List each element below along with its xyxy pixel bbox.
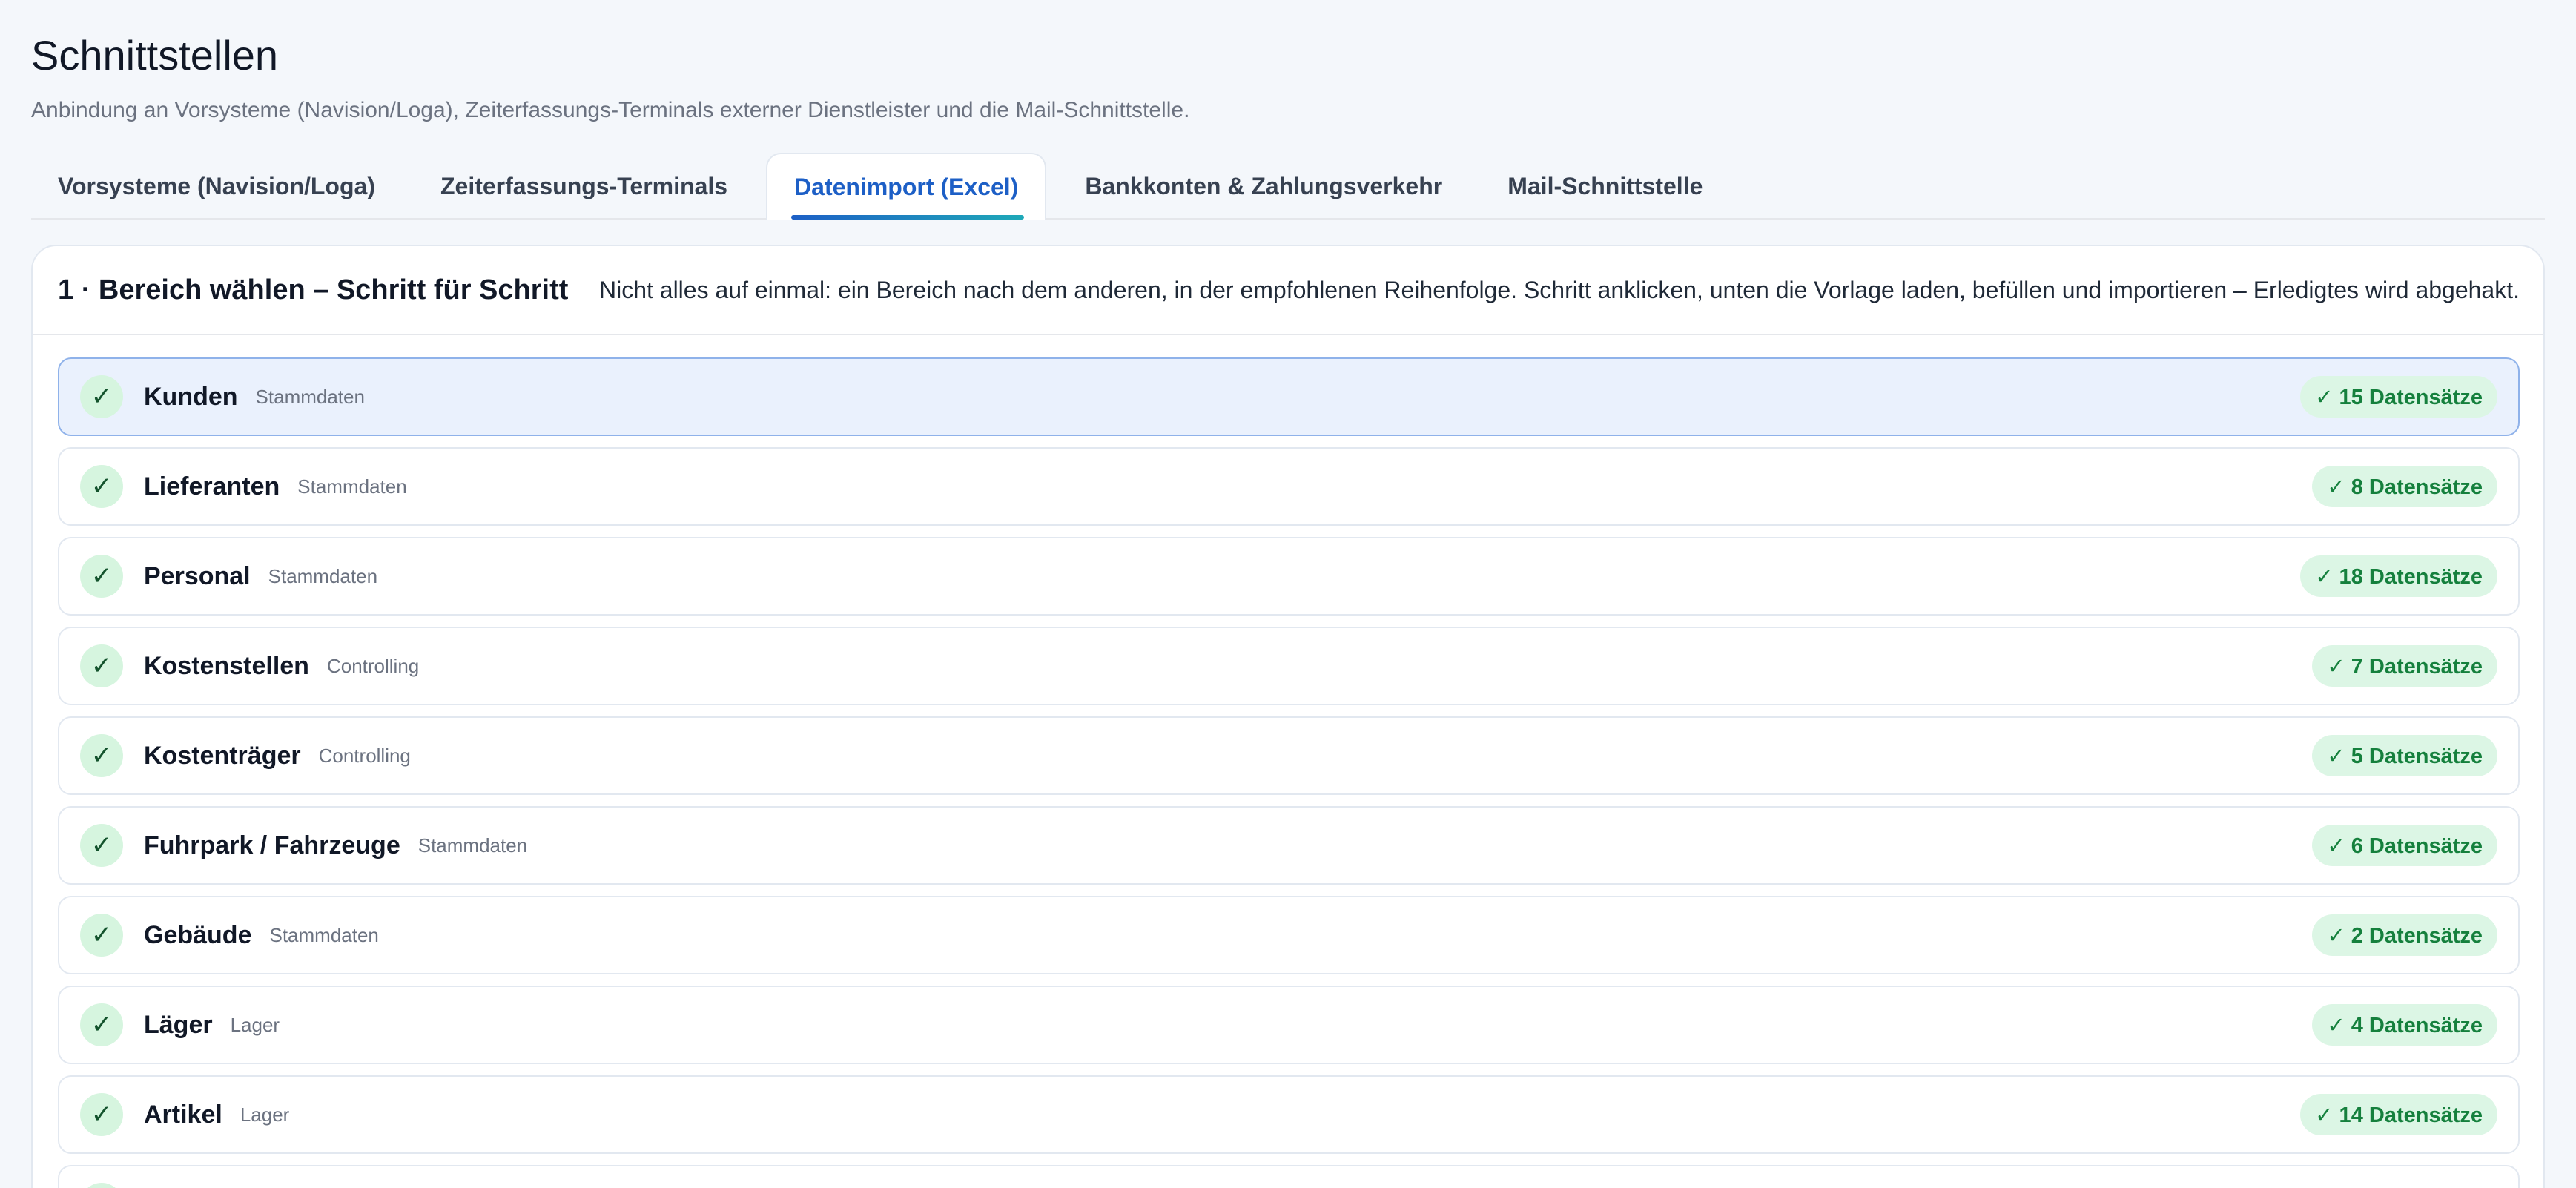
check-icon: ✓ (80, 644, 123, 687)
step-name: Kostenträger (144, 741, 301, 770)
step-fuhrpark[interactable]: ✓ Fuhrpark / Fahrzeuge Stammdaten ✓ 6 Da… (58, 806, 2520, 885)
step-name: Artikel (144, 1100, 222, 1129)
page-title: Schnittstellen (31, 32, 279, 79)
tab-bar: Vorsysteme (Navision/Loga) Zeiterfassung… (31, 153, 2545, 220)
tab-label: Datenimport (Excel) (794, 173, 1019, 200)
step-name: Läger (144, 1010, 213, 1039)
record-count-badge: ✓ 8 Datensätze (2312, 466, 2497, 507)
card-hint: Nicht alles auf einmal: ein Bereich nach… (598, 276, 2520, 303)
check-icon: ✓ (80, 465, 123, 508)
import-steps-card: 1 · Bereich wählen – Schritt für Schritt… (31, 245, 2545, 1188)
page: Schnittstellen Anbindung an Vorsysteme (… (0, 0, 2576, 1188)
step-laeger[interactable]: ✓ Läger Lager ✓ 4 Datensätze (58, 986, 2520, 1064)
step-category: Stammdaten (417, 834, 528, 857)
step-category: Lager (230, 1013, 280, 1036)
step-list: ✓ Kunden Stammdaten ✓ 15 Datensätze ✓ Li… (33, 335, 2543, 1188)
step-category: Stammdaten (269, 923, 379, 946)
step-category: Lager (240, 1103, 290, 1126)
tab-label: Zeiterfassungs-Terminals (440, 172, 728, 199)
step-name: Kunden (144, 382, 238, 411)
check-icon: ✓ (80, 555, 123, 598)
step-category: Controlling (326, 654, 420, 677)
step-lieferanten[interactable]: ✓ Lieferanten Stammdaten ✓ 8 Datensätze (58, 447, 2520, 526)
step-name: Gebäude (144, 920, 252, 949)
tab-label: Bankkonten & Zahlungsverkehr (1085, 172, 1443, 199)
step-name: Kostenstellen (144, 651, 309, 680)
check-icon: ✓ (80, 375, 123, 418)
step-kostenstellen[interactable]: ✓ Kostenstellen Controlling ✓ 7 Datensät… (58, 627, 2520, 705)
record-count-badge: ✓ 6 Datensätze (2312, 825, 2497, 866)
step-kunden[interactable]: ✓ Kunden Stammdaten ✓ 15 Datensätze (58, 357, 2520, 436)
step-artikel[interactable]: ✓ Artikel Lager ✓ 14 Datensätze (58, 1075, 2520, 1154)
tab-datenimport[interactable]: Datenimport (Excel) (766, 153, 1047, 220)
tab-bankkonten[interactable]: Bankkonten & Zahlungsverkehr (1058, 153, 1469, 220)
step-category: Stammdaten (268, 564, 378, 587)
check-icon: ✓ (80, 914, 123, 957)
card-title: 1 · Bereich wählen – Schritt für Schritt (58, 274, 569, 306)
check-icon: ✓ (80, 1093, 123, 1136)
check-icon: ✓ (80, 1003, 123, 1046)
step-category: Stammdaten (255, 385, 365, 408)
step-category: Controlling (318, 744, 411, 767)
tab-vorsysteme[interactable]: Vorsysteme (Navision/Loga) (31, 153, 402, 220)
tab-label: Vorsysteme (Navision/Loga) (58, 172, 375, 199)
check-icon: ✓ (80, 734, 123, 777)
record-count-badge: ✓ 4 Datensätze (2312, 1004, 2497, 1046)
active-tab-indicator (791, 215, 1025, 220)
step-personal[interactable]: ✓ Personal Stammdaten ✓ 18 Datensätze (58, 537, 2520, 616)
step-name: Lieferanten (144, 472, 280, 501)
tab-mail-schnittstelle[interactable]: Mail-Schnittstelle (1481, 153, 1729, 220)
step-category: Stammdaten (297, 475, 407, 498)
tab-label: Mail-Schnittstelle (1507, 172, 1703, 199)
step-next-partial[interactable]: ✓ (58, 1165, 2520, 1188)
step-gebaeude[interactable]: ✓ Gebäude Stammdaten ✓ 2 Datensätze (58, 896, 2520, 974)
check-icon: ✓ (80, 1183, 123, 1188)
step-name: Personal (144, 561, 251, 590)
step-kostentraeger[interactable]: ✓ Kostenträger Controlling ✓ 5 Datensätz… (58, 716, 2520, 795)
record-count-badge: ✓ 5 Datensätze (2312, 735, 2497, 776)
record-count-badge: ✓ 7 Datensätze (2312, 645, 2497, 687)
record-count-badge: ✓ 2 Datensätze (2312, 914, 2497, 956)
tab-zeiterfassungs-terminals[interactable]: Zeiterfassungs-Terminals (414, 153, 754, 220)
check-icon: ✓ (80, 824, 123, 867)
record-count-badge: ✓ 15 Datensätze (2300, 376, 2497, 418)
page-subtitle: Anbindung an Vorsysteme (Navision/Loga),… (31, 98, 1190, 122)
record-count-badge: ✓ 18 Datensätze (2300, 555, 2497, 597)
record-count-badge: ✓ 14 Datensätze (2300, 1094, 2497, 1135)
step-name: Fuhrpark / Fahrzeuge (144, 831, 400, 859)
card-header: 1 · Bereich wählen – Schritt für Schritt… (33, 246, 2543, 335)
